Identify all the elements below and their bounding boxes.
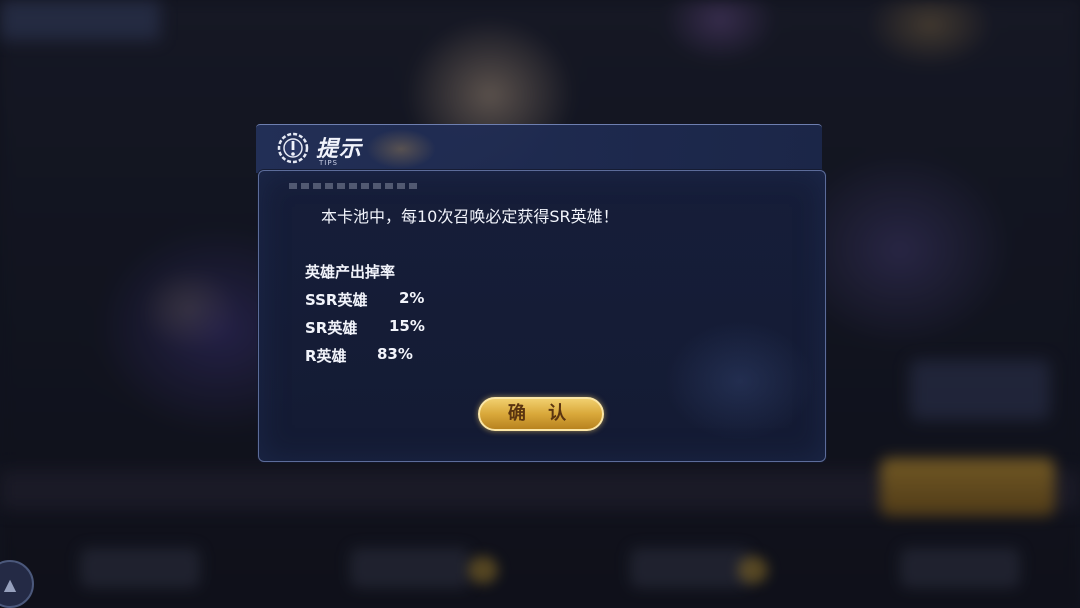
guarantee-text: 本卡池中，每10次召唤必定获得SR英雄！ bbox=[321, 207, 619, 226]
rate-value: 2% bbox=[399, 289, 425, 307]
rate-name: SR英雄 bbox=[305, 319, 358, 337]
tips-emblem-icon bbox=[277, 132, 309, 164]
rate-title: 英雄产出掉率 bbox=[305, 263, 396, 281]
dialog-body[interactable]: 本卡池中，每10次召唤必定获得SR英雄！ 英雄产出掉率 SSR英雄 2% SR英… bbox=[258, 170, 826, 462]
rate-row-ssr: SSR英雄 2% bbox=[305, 289, 424, 310]
rate-row-sr: SR英雄 15% bbox=[305, 317, 425, 338]
rate-value: 15% bbox=[389, 317, 425, 335]
rate-value: 83% bbox=[377, 345, 413, 363]
rate-name: R英雄 bbox=[305, 347, 347, 365]
rate-row-r: R英雄 83% bbox=[305, 345, 413, 366]
tips-dialog: 提示 TIPS 本卡池中，每10次召唤必定获得SR英雄！ 英雄产出掉率 SSR英… bbox=[256, 124, 826, 462]
header-ornament bbox=[366, 129, 436, 169]
clipped-text-line bbox=[289, 183, 419, 189]
body-ornament bbox=[665, 321, 815, 441]
rate-name: SSR英雄 bbox=[305, 291, 368, 309]
dialog-header: 提示 TIPS bbox=[256, 124, 822, 173]
confirm-button[interactable]: 确 认 bbox=[478, 397, 604, 431]
dialog-title-sub: TIPS bbox=[319, 159, 339, 167]
